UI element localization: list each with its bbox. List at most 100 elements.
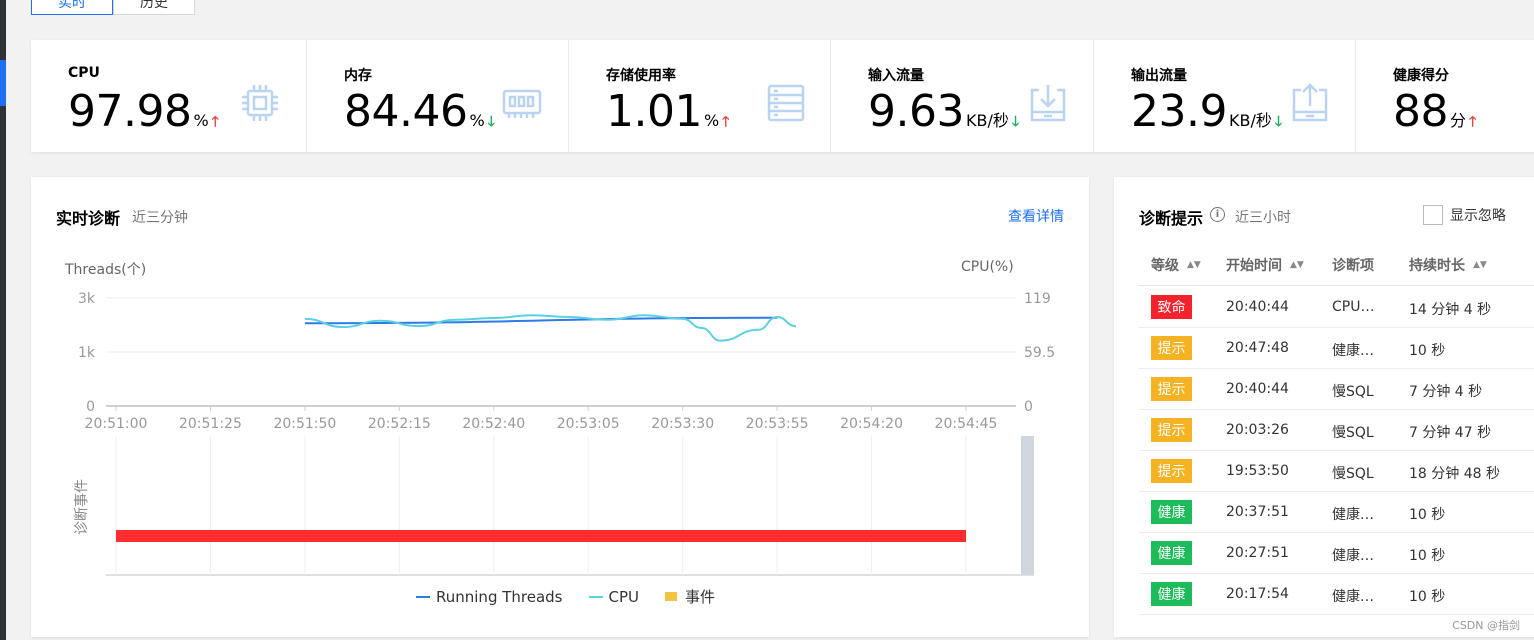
sort-icon[interactable]: ▲▼ [1473,261,1487,270]
trend-up-icon: 🡑 [722,114,730,130]
duration-cell: 10 秒 [1409,589,1446,605]
table-row[interactable]: 提示 20:47:48 健康… 10 秒 [1139,328,1534,369]
diagnosis-item-cell: 健康… [1332,507,1374,523]
y-tick-label-right: 59.5 [1024,345,1055,361]
legend-item-threads[interactable]: Running Threads [416,588,563,606]
zoom-slider-handle[interactable] [1021,436,1034,575]
memory-icon [502,89,542,118]
tab-history[interactable]: 历史 [113,0,195,15]
metric-output-traffic: 输出流量 23.9 KB/秒 🡓 [1094,40,1356,152]
metric-value: 84.46 [344,86,468,137]
level-badge: 健康 [1151,541,1192,565]
diagnosis-tips-card: 诊断提示 i 近三小时 显示忽略 等级 ▲▼ 开始时间 ▲▼ 诊断项 持续时长 … [1114,177,1534,637]
legend-item-event[interactable]: 事件 [665,586,715,607]
metric-label: 输入流量 [868,68,924,84]
y-tick-label-left: 1k [78,345,96,361]
legend-label: CPU [608,587,640,606]
table-row[interactable]: 致命 20:40:44 CPU… 14 分钟 4 秒 [1139,287,1534,328]
x-tick-label: 20:53:55 [746,416,809,432]
x-tick-label: 20:51:00 [85,416,148,432]
start-time-cell: 20:37:51 [1226,504,1289,520]
y-tick-label-right: 0 [1024,399,1033,415]
trend-down-icon: 🡓 [487,114,495,130]
realtime-diagnosis-card: 实时诊断 近三分钟 查看详情 Threads(个) CPU(%) 0 1k 3k 0 5… [31,177,1089,637]
table-row[interactable]: 健康 20:17:54 健康… 10 秒 [1139,574,1534,615]
diagnosis-item-cell: 慢SQL [1332,466,1374,482]
metric-label: 内存 [344,68,372,84]
start-time-cell: 20:40:44 [1226,299,1289,315]
diagnosis-item-cell: 慢SQL [1332,425,1374,441]
metric-value: 23.9 [1131,86,1227,137]
diagnosis-item-cell: 慢SQL [1332,384,1374,400]
level-badge: 提示 [1151,377,1192,401]
column-header-item: 诊断项 [1332,255,1374,275]
metrics-bar: CPU 97.98 % 🡑 内存 84.46 % 🡓 存储使用率 1.01 % … [31,40,1534,152]
event-bar[interactable] [116,530,966,542]
watermark: CSDN @指剑 [1452,619,1520,632]
metric-unit: KB/秒 [1228,111,1272,130]
duration-cell: 7 分钟 47 秒 [1409,425,1492,441]
x-tick-label: 20:52:40 [462,416,525,432]
legend-label: 事件 [685,588,716,606]
tab-realtime[interactable]: 实时 [31,0,113,15]
start-time-cell: 20:40:44 [1226,381,1289,397]
level-badge: 提示 [1151,459,1192,483]
x-tick-label: 20:51:25 [179,416,242,432]
x-tick-label: 20:53:30 [651,416,714,432]
x-tick-label: 20:54:45 [935,416,998,432]
diagnosis-chart: 01k3k059.5119 20:51:00 20:51:25 20:51:50 20… [74,291,1055,576]
sort-icon[interactable]: ▲▼ [1187,261,1201,270]
x-tick-label: 20:53:05 [557,416,620,432]
metric-value: 9.63 [868,86,964,137]
cpu-icon [242,85,278,121]
start-time-cell: 20:03:26 [1226,422,1289,438]
upload-icon [1292,83,1328,122]
info-icon[interactable]: i [1210,207,1225,222]
metric-value: 88 [1393,86,1449,137]
column-label: 等级 [1151,258,1179,274]
column-label: 开始时间 [1226,258,1282,274]
sort-icon[interactable]: ▲▼ [1290,261,1304,270]
tips-table-body: 致命 20:40:44 CPU… 14 分钟 4 秒提示 20:47:48 健康… 10 秒… [1139,287,1534,615]
column-header-start-time[interactable]: 开始时间 ▲▼ [1226,255,1304,275]
storage-icon [767,84,805,122]
column-label: 诊断项 [1332,258,1374,274]
metric-unit: KB/秒 [965,111,1009,130]
duration-cell: 7 分钟 4 秒 [1409,384,1483,400]
metric-value: 1.01 [606,86,702,137]
show-ignored-label: 显示忽略 [1450,208,1506,224]
table-row[interactable]: 提示 20:03:26 慢SQL 7 分钟 47 秒 [1139,410,1534,451]
diagnosis-item-cell: CPU… [1332,299,1375,315]
metric-unit: % [703,111,720,130]
x-tick-label: 20:52:15 [368,416,431,432]
duration-cell: 14 分钟 4 秒 [1409,302,1492,318]
metric-memory: 内存 84.46 % 🡓 [307,40,569,152]
metric-unit: % [469,111,485,130]
metric-label: 健康得分 [1393,68,1449,84]
show-ignored-checkbox[interactable] [1423,205,1443,225]
y-tick-labels: 0 1k 3k 0 59.5 119 [78,291,1055,415]
show-ignored-toggle[interactable]: 显示忽略 [1423,205,1506,225]
diagnosis-item-cell: 健康… [1332,548,1374,564]
y-tick-label-left: 0 [86,399,95,415]
side-nav-strip [0,0,6,640]
metric-unit: 分 [1450,111,1467,130]
table-row[interactable]: 健康 20:37:51 健康… 10 秒 [1139,492,1534,533]
trend-up-icon: 🡑 [1469,114,1477,130]
table-row[interactable]: 提示 19:53:50 慢SQL 18 分钟 48 秒 [1139,451,1534,492]
x-tick-label: 20:51:50 [273,416,336,432]
metric-label: CPU [68,65,100,81]
legend-event-swatch [665,592,677,601]
table-row[interactable]: 提示 20:40:44 慢SQL 7 分钟 4 秒 [1139,369,1534,410]
column-header-level[interactable]: 等级 ▲▼ [1151,255,1201,275]
tips-table-header: 等级 ▲▼ 开始时间 ▲▼ 诊断项 持续时长 ▲▼ [1139,245,1534,286]
card-subtitle: 近三小时 [1235,210,1291,226]
column-header-duration[interactable]: 持续时长 ▲▼ [1409,255,1487,275]
start-time-cell: 19:53:50 [1226,463,1289,479]
card-title: 诊断提示 [1139,209,1204,228]
legend-item-cpu[interactable]: CPU [588,587,640,606]
level-badge: 健康 [1151,582,1192,606]
level-badge: 健康 [1151,500,1192,524]
duration-cell: 10 秒 [1409,507,1446,523]
table-row[interactable]: 健康 20:27:51 健康… 10 秒 [1139,533,1534,574]
